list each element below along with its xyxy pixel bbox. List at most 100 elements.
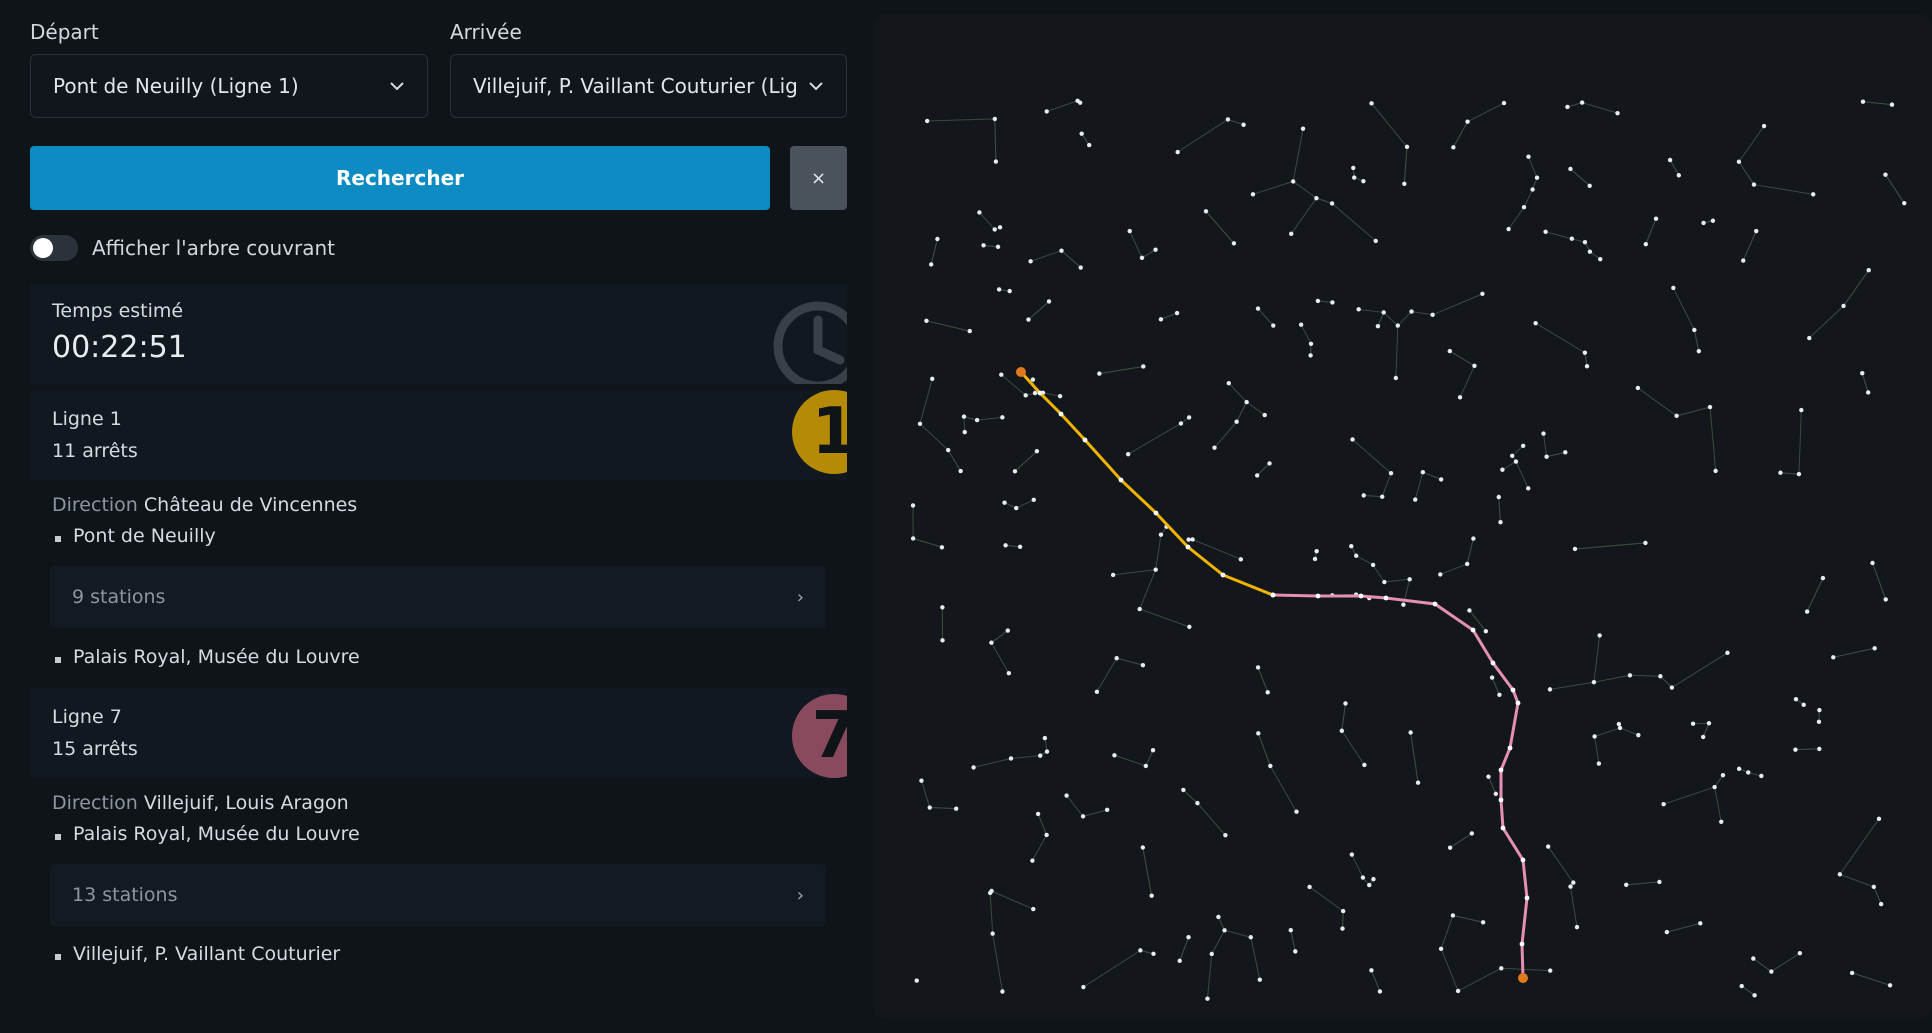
station-dot[interactable] — [1401, 603, 1405, 607]
station-dot[interactable] — [1799, 408, 1803, 412]
station-dot[interactable] — [1187, 625, 1191, 629]
route-station-dot[interactable] — [1508, 746, 1513, 751]
route-station-dot[interactable] — [1499, 768, 1504, 773]
station-dot[interactable] — [1872, 646, 1876, 650]
route-station-dot[interactable] — [1119, 478, 1124, 483]
station-dot[interactable] — [1128, 229, 1132, 233]
route-station-dot[interactable] — [1316, 594, 1321, 599]
station-dot[interactable] — [928, 805, 932, 809]
station-dot[interactable] — [1707, 721, 1711, 725]
station-dot[interactable] — [1212, 445, 1216, 449]
station-dot[interactable] — [1533, 321, 1537, 325]
station-dot[interactable] — [1371, 563, 1375, 567]
station-dot[interactable] — [1624, 883, 1628, 887]
station-dot[interactable] — [1677, 173, 1681, 177]
station-dot[interactable] — [1175, 311, 1179, 315]
station-dot[interactable] — [1003, 543, 1007, 547]
station-dot[interactable] — [1805, 609, 1809, 613]
station-dot[interactable] — [1178, 959, 1182, 963]
station-dot[interactable] — [1047, 299, 1051, 303]
station-dot[interactable] — [1367, 883, 1371, 887]
station-dot[interactable] — [1362, 493, 1366, 497]
station-dot[interactable] — [1013, 469, 1017, 473]
station-dot[interactable] — [915, 978, 919, 982]
station-dot[interactable] — [1465, 119, 1469, 123]
station-dot[interactable] — [1769, 969, 1773, 973]
station-dot[interactable] — [1471, 536, 1475, 540]
station-dot[interactable] — [1737, 160, 1741, 164]
station-dot[interactable] — [1009, 756, 1013, 760]
station-dot[interactable] — [1674, 414, 1678, 418]
station-dot[interactable] — [1486, 774, 1490, 778]
station-dot[interactable] — [968, 329, 972, 333]
station-dot[interactable] — [1362, 763, 1366, 767]
station-dot[interactable] — [1032, 498, 1036, 502]
station-dot[interactable] — [1126, 452, 1130, 456]
station-dot[interactable] — [1256, 665, 1260, 669]
station-dot[interactable] — [1456, 989, 1460, 993]
station-dot[interactable] — [1330, 300, 1334, 304]
station-dot[interactable] — [1570, 237, 1574, 241]
station-dot[interactable] — [1588, 250, 1592, 254]
segment-1-stations-expander[interactable]: 9 stations › — [50, 566, 826, 628]
station-dot[interactable] — [1294, 809, 1298, 813]
station-dot[interactable] — [1308, 353, 1312, 357]
station-dot[interactable] — [1023, 393, 1027, 397]
station-dot[interactable] — [1186, 537, 1190, 541]
station-dot[interactable] — [930, 377, 934, 381]
station-dot[interactable] — [1210, 952, 1214, 956]
station-dot[interactable] — [1668, 158, 1672, 162]
station-dot[interactable] — [1175, 150, 1179, 154]
station-dot[interactable] — [1064, 793, 1068, 797]
station-dot[interactable] — [1396, 323, 1400, 327]
station-dot[interactable] — [918, 422, 922, 426]
station-dot[interactable] — [1014, 506, 1018, 510]
clear-button[interactable]: × — [790, 146, 847, 210]
station-dot[interactable] — [1617, 722, 1621, 726]
station-dot[interactable] — [1583, 240, 1587, 244]
station-dot[interactable] — [1266, 690, 1270, 694]
station-dot[interactable] — [1658, 674, 1662, 678]
station-dot[interactable] — [1291, 179, 1295, 183]
station-dot[interactable] — [1636, 733, 1640, 737]
route-station-dot[interactable] — [1154, 511, 1159, 516]
station-dot[interactable] — [1314, 549, 1318, 553]
station-dot[interactable] — [1657, 880, 1661, 884]
station-dot[interactable] — [1038, 753, 1042, 757]
station-dot[interactable] — [1580, 100, 1584, 104]
station-dot[interactable] — [1111, 573, 1115, 577]
station-dot[interactable] — [1883, 172, 1887, 176]
station-dot[interactable] — [1330, 201, 1334, 205]
segment-2-stations-expander[interactable]: 13 stations › — [50, 864, 826, 926]
station-dot[interactable] — [1301, 127, 1305, 131]
station-dot[interactable] — [1241, 123, 1245, 127]
station-dot[interactable] — [940, 545, 944, 549]
station-dot[interactable] — [1737, 767, 1741, 771]
station-dot[interactable] — [940, 605, 944, 609]
route-station-dot[interactable] — [1186, 545, 1191, 550]
station-dot[interactable] — [1879, 902, 1883, 906]
route-station-dot[interactable] — [1499, 798, 1504, 803]
station-dot[interactable] — [1349, 544, 1353, 548]
station-dot[interactable] — [1490, 675, 1494, 679]
station-dot[interactable] — [1340, 926, 1344, 930]
station-dot[interactable] — [1079, 131, 1083, 135]
station-dot[interactable] — [1759, 774, 1763, 778]
station-dot[interactable] — [1438, 572, 1442, 576]
station-dot[interactable] — [981, 243, 985, 247]
station-dot[interactable] — [1138, 948, 1142, 952]
station-dot[interactable] — [1802, 703, 1806, 707]
station-dot[interactable] — [1585, 364, 1589, 368]
station-dot[interactable] — [1350, 852, 1354, 856]
station-dot[interactable] — [1262, 413, 1266, 417]
station-dot[interactable] — [1430, 313, 1434, 317]
station-dot[interactable] — [1565, 105, 1569, 109]
route-station-dot[interactable] — [1521, 858, 1526, 863]
station-dot[interactable] — [1144, 764, 1148, 768]
station-dot[interactable] — [975, 418, 979, 422]
station-dot[interactable] — [1535, 176, 1539, 180]
station-dot[interactable] — [1059, 248, 1063, 252]
station-dot[interactable] — [1058, 394, 1062, 398]
station-dot[interactable] — [1719, 820, 1723, 824]
station-dot[interactable] — [1597, 633, 1601, 637]
